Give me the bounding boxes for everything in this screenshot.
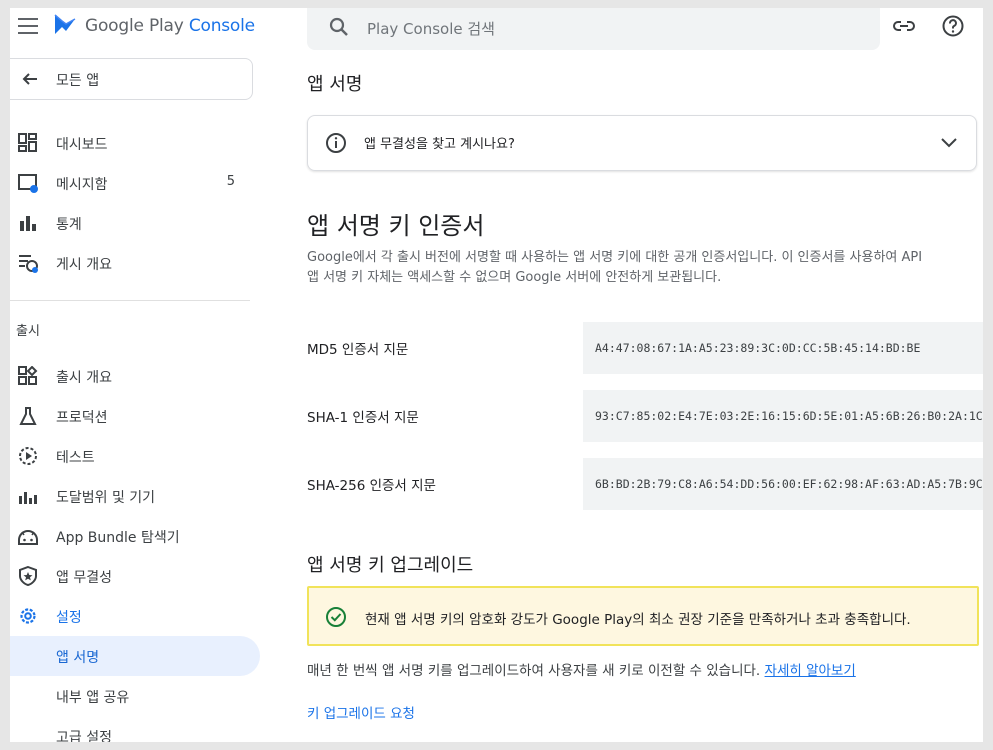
certificate-description: Google에서 각 출시 버전에 서명할 때 사용하는 앱 서명 키에 대한 …	[307, 248, 983, 288]
fingerprint-value[interactable]: 6B:BD:2B:79:C8:A6:54:DD:56:00:EF:62:98:A…	[583, 458, 983, 510]
reach-devices-icon	[19, 492, 37, 504]
fingerprint-label: SHA-256 인증서 지문	[307, 478, 436, 494]
fingerprint-row-md5: MD5 인증서 지문 A4:47:08:67:1A:A5:23:89:3C:0D…	[307, 322, 983, 374]
help-icon[interactable]	[941, 14, 965, 38]
sidebar-item-label: 고급 설정	[56, 730, 112, 742]
shield-star-icon	[19, 566, 37, 586]
fingerprint-value[interactable]: 93:C7:85:02:E4:7E:03:2E:16:15:6D:5E:01:A…	[583, 390, 983, 442]
link-icon[interactable]	[892, 14, 916, 38]
sidebar-item-label: 내부 앱 공유	[56, 690, 130, 706]
fingerprint-label: MD5 인증서 지문	[307, 342, 409, 358]
fingerprint-label: SHA-1 인증서 지문	[307, 410, 419, 426]
sidebar-item-label: 메시지함	[56, 177, 108, 193]
dashboard-icon	[18, 133, 37, 152]
sidebar-item-label: 출시 개요	[56, 370, 112, 386]
search-bar[interactable]	[307, 8, 880, 50]
expansion-panel-label: 앱 무결성을 찾고 계시나요?	[364, 137, 515, 152]
page-title: 앱 서명	[307, 74, 363, 95]
sidebar-item-publishing-overview[interactable]: 게시 개요	[10, 243, 260, 283]
app-integrity-expansion-panel[interactable]: 앱 무결성을 찾고 계시나요?	[307, 115, 977, 171]
sidebar-item-dashboard[interactable]: 대시보드	[10, 123, 260, 163]
app-header: Google Play Console	[10, 8, 270, 48]
main-content: 앱 서명 앱 무결성을 찾고 계시나요? 앱 서명 키 인증서 Google에서…	[307, 8, 983, 742]
certificate-description-line: 앱 서명 키 자체는 액세스할 수 없으며 Google 서버에 안전하게 보관…	[307, 270, 722, 285]
inbox-icon	[18, 174, 38, 193]
sidebar-item-label: 테스트	[56, 450, 95, 466]
all-apps-button[interactable]: 모든 앱	[10, 58, 253, 100]
sidebar-item-advanced-settings[interactable]: 고급 설정	[10, 716, 260, 742]
sidebar-item-label: 프로덕션	[56, 410, 108, 426]
sidebar-item-label: 게시 개요	[56, 257, 112, 273]
sidebar-item-label: 통계	[56, 217, 82, 233]
sidebar-item-internal-app-sharing[interactable]: 내부 앱 공유	[10, 676, 260, 716]
sidebar-item-label: 앱 서명	[56, 650, 100, 666]
android-icon	[18, 530, 38, 545]
key-strength-notice: 현재 앱 서명 키의 암호화 강도가 Google Play의 최소 권장 기준…	[307, 586, 979, 646]
sidebar-item-label: 도달범위 및 기기	[56, 490, 156, 506]
section-release-heading: 출시	[16, 324, 40, 339]
brand-title: Google Play Console	[85, 16, 255, 36]
info-icon	[326, 133, 346, 153]
key-upgrade-description-text: 매년 한 번씩 앱 서명 키를 업그레이드하여 사용자를 새 키로 이전할 수 …	[307, 663, 761, 679]
sidebar-item-production[interactable]: 프로덕션	[10, 396, 260, 436]
sidebar-item-app-bundle-explorer[interactable]: App Bundle 탐색기	[10, 516, 260, 556]
key-upgrade-description: 매년 한 번씩 앱 서명 키를 업그레이드하여 사용자를 새 키로 이전할 수 …	[307, 659, 856, 679]
inbox-count-badge: 5	[226, 174, 235, 189]
learn-more-link[interactable]: 자세히 알아보기	[765, 663, 856, 679]
sidebar-item-reach-devices[interactable]: 도달범위 및 기기	[10, 476, 260, 516]
sidebar: Google Play Console 모든 앱 대시보드 메시지함 5 통계 …	[10, 8, 270, 742]
menu-icon[interactable]	[18, 18, 38, 34]
sidebar-item-label: 앱 무결성	[56, 570, 112, 586]
fingerprint-value[interactable]: A4:47:08:67:1A:A5:23:89:3C:0D:CC:5B:45:1…	[583, 322, 983, 374]
release-overview-icon	[18, 366, 38, 385]
sidebar-item-app-signing[interactable]: 앱 서명	[10, 636, 260, 676]
certificate-heading: 앱 서명 키 인증서	[307, 212, 485, 240]
chevron-down-icon	[941, 138, 957, 148]
sidebar-item-label: 대시보드	[56, 137, 108, 153]
publishing-overview-icon	[19, 255, 38, 273]
check-circle-icon	[326, 607, 346, 627]
sidebar-item-inbox[interactable]: 메시지함 5	[10, 163, 260, 203]
all-apps-label: 모든 앱	[56, 73, 100, 89]
sidebar-item-settings[interactable]: 설정	[10, 596, 260, 636]
fingerprint-row-sha1: SHA-1 인증서 지문 93:C7:85:02:E4:7E:03:2E:16:…	[307, 390, 983, 442]
key-strength-message: 현재 앱 서명 키의 암호화 강도가 Google Play의 최소 권장 기준…	[365, 612, 911, 628]
sidebar-item-label: 설정	[56, 610, 82, 626]
sidebar-item-label: App Bundle 탐색기	[56, 530, 180, 546]
play-console-logo-icon	[54, 14, 76, 34]
bar-chart-icon	[20, 216, 36, 231]
search-input[interactable]	[365, 14, 849, 44]
fingerprint-row-sha256: SHA-256 인증서 지문 6B:BD:2B:79:C8:A6:54:DD:5…	[307, 458, 983, 510]
testing-icon	[19, 447, 37, 465]
sidebar-item-release-overview[interactable]: 출시 개요	[10, 356, 260, 396]
arrow-back-icon	[22, 73, 37, 85]
sidebar-item-testing[interactable]: 테스트	[10, 436, 260, 476]
production-icon	[19, 407, 37, 425]
gear-icon	[20, 608, 36, 624]
certificate-description-line: Google에서 각 출시 버전에 서명할 때 사용하는 앱 서명 키에 대한 …	[307, 250, 923, 265]
sidebar-item-app-integrity[interactable]: 앱 무결성	[10, 556, 260, 596]
sidebar-item-statistics[interactable]: 통계	[10, 203, 260, 243]
request-key-upgrade-link[interactable]: 키 업그레이드 요청	[307, 702, 415, 722]
app-window: Google Play Console 모든 앱 대시보드 메시지함 5 통계 …	[10, 8, 983, 742]
sidebar-divider	[10, 300, 250, 301]
key-upgrade-heading: 앱 서명 키 업그레이드	[307, 555, 474, 576]
search-icon	[329, 17, 348, 36]
